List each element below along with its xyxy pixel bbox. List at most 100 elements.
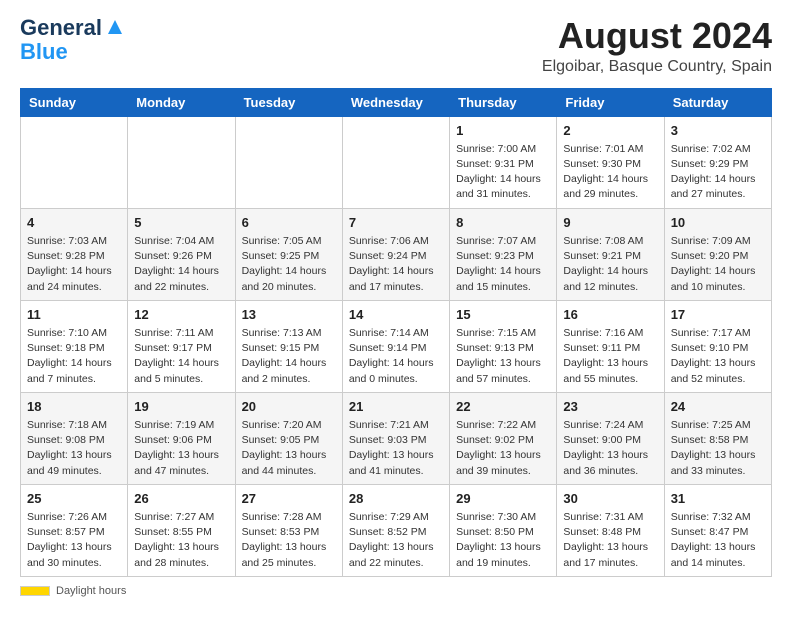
table-row: 28 Sunrise: 7:29 AM Sunset: 8:52 PM Dayli… [342, 484, 449, 576]
table-row: 4 Sunrise: 7:03 AM Sunset: 9:28 PM Daylig… [21, 208, 128, 300]
cell-info: Sunrise: 7:31 AM Sunset: 8:48 PM Dayligh… [563, 510, 657, 571]
day-number: 25 [27, 490, 121, 508]
cell-info: Sunrise: 7:09 AM Sunset: 9:20 PM Dayligh… [671, 234, 765, 295]
day-number: 30 [563, 490, 657, 508]
cell-info: Sunrise: 7:22 AM Sunset: 9:02 PM Dayligh… [456, 418, 550, 479]
cell-info: Sunrise: 7:11 AM Sunset: 9:17 PM Dayligh… [134, 326, 228, 387]
table-row: 10Sunrise: 7:09 AM Sunset: 9:20 PM Dayli… [664, 208, 771, 300]
table-row: 11 Sunrise: 7:10 AM Sunset: 9:18 PM Dayli… [21, 300, 128, 392]
table-row [128, 116, 235, 208]
calendar-week-row: 25 Sunrise: 7:26 AM Sunset: 8:57 PM Dayli… [21, 484, 772, 576]
day-number: 11 [27, 306, 121, 324]
table-row: 7 Sunrise: 7:06 AM Sunset: 9:24 PM Daylig… [342, 208, 449, 300]
cell-info: Sunrise: 7:07 AM Sunset: 9:23 PM Dayligh… [456, 234, 550, 295]
logo-icon [104, 16, 126, 38]
col-thursday: Thursday [450, 88, 557, 116]
day-number: 2 [563, 122, 657, 140]
table-row: 12 Sunrise: 7:11 AM Sunset: 9:17 PM Dayli… [128, 300, 235, 392]
cell-info: Sunrise: 7:03 AM Sunset: 9:28 PM Dayligh… [27, 234, 121, 295]
cell-info: Sunrise: 7:24 AM Sunset: 9:00 PM Dayligh… [563, 418, 657, 479]
col-sunday: Sunday [21, 88, 128, 116]
calendar-week-row: 11 Sunrise: 7:10 AM Sunset: 9:18 PM Dayli… [21, 300, 772, 392]
day-number: 22 [456, 398, 550, 416]
day-number: 26 [134, 490, 228, 508]
col-friday: Friday [557, 88, 664, 116]
day-number: 12 [134, 306, 228, 324]
day-number: 6 [242, 214, 336, 232]
cell-info: Sunrise: 7:05 AM Sunset: 9:25 PM Dayligh… [242, 234, 336, 295]
logo-text: General [20, 16, 102, 40]
day-number: 20 [242, 398, 336, 416]
table-row [235, 116, 342, 208]
cell-info: Sunrise: 7:16 AM Sunset: 9:11 PM Dayligh… [563, 326, 657, 387]
day-number: 19 [134, 398, 228, 416]
day-number: 29 [456, 490, 550, 508]
table-row: 1 Sunrise: 7:00 AM Sunset: 9:31 PM Daylig… [450, 116, 557, 208]
table-row: 22 Sunrise: 7:22 AM Sunset: 9:02 PM Dayli… [450, 392, 557, 484]
cell-info: Sunrise: 7:00 AM Sunset: 9:31 PM Dayligh… [456, 142, 550, 203]
col-wednesday: Wednesday [342, 88, 449, 116]
cell-info: Sunrise: 7:26 AM Sunset: 8:57 PM Dayligh… [27, 510, 121, 571]
table-row: 14Sunrise: 7:14 AM Sunset: 9:14 PM Dayli… [342, 300, 449, 392]
day-number: 9 [563, 214, 657, 232]
daylight-label: Daylight hours [56, 585, 126, 597]
title-area: August 2024 Elgoibar, Basque Country, Sp… [542, 16, 772, 76]
day-number: 15 [456, 306, 550, 324]
table-row: 5Sunrise: 7:04 AM Sunset: 9:26 PM Daylig… [128, 208, 235, 300]
cell-info: Sunrise: 7:27 AM Sunset: 8:55 PM Dayligh… [134, 510, 228, 571]
day-number: 16 [563, 306, 657, 324]
day-number: 27 [242, 490, 336, 508]
col-saturday: Saturday [664, 88, 771, 116]
calendar-week-row: 18Sunrise: 7:18 AM Sunset: 9:08 PM Dayli… [21, 392, 772, 484]
table-row: 30 Sunrise: 7:31 AM Sunset: 8:48 PM Dayli… [557, 484, 664, 576]
table-row: 31Sunrise: 7:32 AM Sunset: 8:47 PM Dayli… [664, 484, 771, 576]
table-row: 21 Sunrise: 7:21 AM Sunset: 9:03 PM Dayli… [342, 392, 449, 484]
day-number: 21 [349, 398, 443, 416]
table-row: 26 Sunrise: 7:27 AM Sunset: 8:55 PM Dayli… [128, 484, 235, 576]
cell-info: Sunrise: 7:17 AM Sunset: 9:10 PM Dayligh… [671, 326, 765, 387]
table-row: 20 Sunrise: 7:20 AM Sunset: 9:05 PM Dayli… [235, 392, 342, 484]
calendar-week-row: 1 Sunrise: 7:00 AM Sunset: 9:31 PM Daylig… [21, 116, 772, 208]
cell-info: Sunrise: 7:29 AM Sunset: 8:52 PM Dayligh… [349, 510, 443, 571]
table-row: 17 Sunrise: 7:17 AM Sunset: 9:10 PM Dayli… [664, 300, 771, 392]
table-row: 15 Sunrise: 7:15 AM Sunset: 9:13 PM Dayli… [450, 300, 557, 392]
day-number: 17 [671, 306, 765, 324]
cell-info: Sunrise: 7:28 AM Sunset: 8:53 PM Dayligh… [242, 510, 336, 571]
table-row: 24Sunrise: 7:25 AM Sunset: 8:58 PM Dayli… [664, 392, 771, 484]
table-row: 19Sunrise: 7:19 AM Sunset: 9:06 PM Dayli… [128, 392, 235, 484]
table-row [21, 116, 128, 208]
col-tuesday: Tuesday [235, 88, 342, 116]
month-year: August 2024 [542, 16, 772, 56]
cell-info: Sunrise: 7:08 AM Sunset: 9:21 PM Dayligh… [563, 234, 657, 295]
logo: General Blue [20, 16, 126, 64]
cell-info: Sunrise: 7:06 AM Sunset: 9:24 PM Dayligh… [349, 234, 443, 295]
day-number: 14 [349, 306, 443, 324]
table-row [342, 116, 449, 208]
logo-blue-text: Blue [20, 39, 68, 64]
day-number: 8 [456, 214, 550, 232]
day-number: 7 [349, 214, 443, 232]
location: Elgoibar, Basque Country, Spain [542, 58, 772, 76]
cell-info: Sunrise: 7:20 AM Sunset: 9:05 PM Dayligh… [242, 418, 336, 479]
cell-info: Sunrise: 7:10 AM Sunset: 9:18 PM Dayligh… [27, 326, 121, 387]
col-monday: Monday [128, 88, 235, 116]
table-row: 29 Sunrise: 7:30 AM Sunset: 8:50 PM Dayli… [450, 484, 557, 576]
table-row: 27 Sunrise: 7:28 AM Sunset: 8:53 PM Dayli… [235, 484, 342, 576]
table-row: 2 Sunrise: 7:01 AM Sunset: 9:30 PM Daylig… [557, 116, 664, 208]
cell-info: Sunrise: 7:21 AM Sunset: 9:03 PM Dayligh… [349, 418, 443, 479]
day-number: 28 [349, 490, 443, 508]
day-number: 13 [242, 306, 336, 324]
cell-info: Sunrise: 7:01 AM Sunset: 9:30 PM Dayligh… [563, 142, 657, 203]
cell-info: Sunrise: 7:32 AM Sunset: 8:47 PM Dayligh… [671, 510, 765, 571]
cell-info: Sunrise: 7:18 AM Sunset: 9:08 PM Dayligh… [27, 418, 121, 479]
day-number: 3 [671, 122, 765, 140]
header: General Blue August 2024 Elgoibar, Basqu… [20, 16, 772, 76]
day-number: 23 [563, 398, 657, 416]
table-row: 18Sunrise: 7:18 AM Sunset: 9:08 PM Dayli… [21, 392, 128, 484]
day-number: 4 [27, 214, 121, 232]
table-row: 9 Sunrise: 7:08 AM Sunset: 9:21 PM Daylig… [557, 208, 664, 300]
cell-info: Sunrise: 7:15 AM Sunset: 9:13 PM Dayligh… [456, 326, 550, 387]
day-number: 1 [456, 122, 550, 140]
cell-info: Sunrise: 7:30 AM Sunset: 8:50 PM Dayligh… [456, 510, 550, 571]
daylight-bar-icon [20, 586, 50, 596]
